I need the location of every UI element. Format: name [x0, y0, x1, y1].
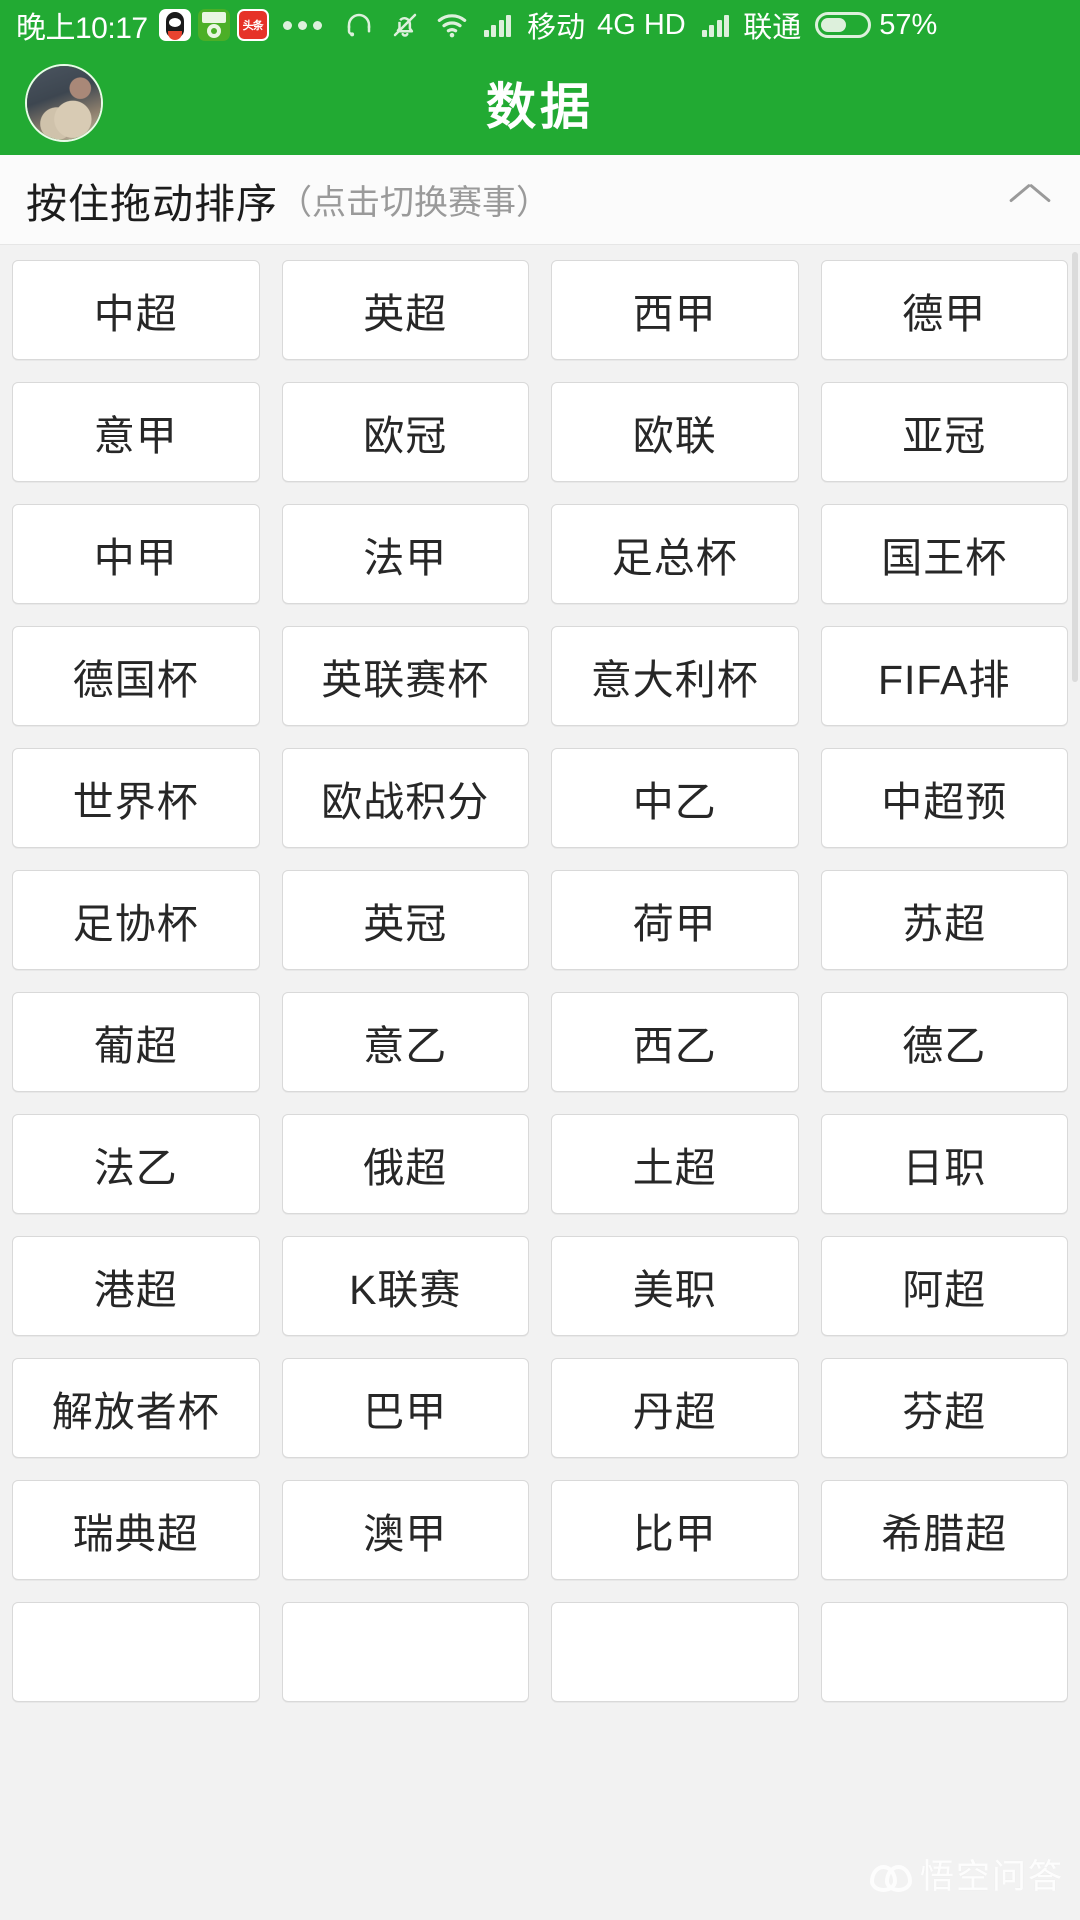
league-tile[interactable]: 葡超	[12, 992, 260, 1092]
league-tile[interactable]: 港超	[12, 1236, 260, 1336]
sort-bar-main-label: 按住拖动排序	[26, 180, 278, 227]
league-tile[interactable]: 国王杯	[820, 504, 1068, 604]
status-bar: 晚上10:17 头条 移动 4G HD 联通 57%	[0, 0, 1080, 50]
league-tile[interactable]: 瑞典超	[12, 1480, 260, 1580]
league-tile[interactable]	[281, 1602, 529, 1702]
status-time: 晚上10:17	[16, 12, 148, 45]
league-tile[interactable]: 欧冠	[281, 382, 529, 482]
league-tile[interactable]: 巴甲	[281, 1358, 529, 1458]
league-tile[interactable]: 美职	[551, 1236, 799, 1336]
app-root: 晚上10:17 头条 移动 4G HD 联通 57% 数据 按住拖动排序 （点击…	[0, 0, 1080, 1920]
status-app-icons	[158, 9, 269, 41]
league-tile[interactable]: 丹超	[551, 1358, 799, 1458]
league-tile[interactable]: 德国杯	[12, 626, 260, 726]
league-tile[interactable]: 希腊超	[820, 1480, 1068, 1580]
wifi-icon	[437, 14, 466, 38]
sort-bar-sub-label: （点击切换赛事）	[278, 184, 550, 222]
qq-icon	[158, 9, 191, 41]
league-tile[interactable]	[12, 1602, 260, 1702]
league-tile[interactable]: 澳甲	[281, 1480, 529, 1580]
network-type-label: 4G HD	[597, 8, 686, 41]
league-tile[interactable]: 日职	[820, 1114, 1068, 1214]
league-tile[interactable]: 足总杯	[551, 504, 799, 604]
league-tile[interactable]	[820, 1602, 1068, 1702]
league-tile[interactable]: 中甲	[12, 504, 260, 604]
league-tile[interactable]: 芬超	[820, 1358, 1068, 1458]
league-tile[interactable]: 中乙	[551, 748, 799, 848]
league-tile[interactable]: 欧战积分	[281, 748, 529, 848]
green-app-icon	[197, 9, 230, 41]
avatar[interactable]	[25, 63, 103, 142]
league-tile[interactable]: 英超	[281, 260, 529, 360]
league-tile[interactable]: 意甲	[12, 382, 260, 482]
league-tile[interactable]: 法甲	[281, 504, 529, 604]
league-tile[interactable]: 西甲	[551, 260, 799, 360]
chevron-up-icon[interactable]	[1010, 180, 1050, 220]
league-tile[interactable]: 德乙	[820, 992, 1068, 1092]
league-tile[interactable]: 法乙	[12, 1114, 260, 1214]
more-apps-dots-icon	[282, 20, 322, 30]
league-tile[interactable]: 土超	[551, 1114, 799, 1214]
page-title: 数据	[486, 78, 594, 135]
signal-bars-icon	[483, 13, 512, 37]
league-tile[interactable]: FIFA排	[820, 626, 1068, 726]
battery-percent-label: 57%	[879, 8, 938, 41]
league-tile[interactable]: 足协杯	[12, 870, 260, 970]
league-tile[interactable]: 英冠	[281, 870, 529, 970]
status-system-icons	[344, 10, 512, 40]
battery-icon	[815, 12, 872, 38]
league-tile[interactable]: 欧联	[551, 382, 799, 482]
league-tile[interactable]: 英联赛杯	[281, 626, 529, 726]
league-grid-container: 中超 英超 西甲 德甲意甲 欧冠 欧联 亚冠中甲 法甲 足总杯 国王杯德国杯 英联赛杯 意大利杯 FIF…	[0, 246, 1080, 1920]
league-tile[interactable]: 中超预	[820, 748, 1068, 848]
headset-icon	[347, 13, 370, 37]
league-tile[interactable]: 中超	[12, 260, 260, 360]
league-tile[interactable]: 荷甲	[551, 870, 799, 970]
league-tile[interactable]: 阿超	[820, 1236, 1068, 1336]
toutiao-icon	[236, 9, 269, 41]
app-header: 数据	[0, 50, 1080, 155]
league-grid: 中超 英超 西甲 德甲意甲 欧冠 欧联 亚冠中甲 法甲 足总杯 国王杯德国杯 英联赛杯 意大利杯 FIF…	[12, 260, 1068, 1702]
league-tile[interactable]	[551, 1602, 799, 1702]
league-tile[interactable]: 意乙	[281, 992, 529, 1092]
league-tile[interactable]: 比甲	[551, 1480, 799, 1580]
league-tile[interactable]: 解放者杯	[12, 1358, 260, 1458]
league-tile[interactable]: 德甲	[820, 260, 1068, 360]
league-tile[interactable]: 世界杯	[12, 748, 260, 848]
league-tile[interactable]: K联赛	[281, 1236, 529, 1336]
league-tile[interactable]: 西乙	[551, 992, 799, 1092]
signal-bars-icon-2	[701, 13, 730, 37]
league-tile[interactable]: 苏超	[820, 870, 1068, 970]
carrier-label-2: 联通	[743, 12, 802, 44]
carrier-label-1: 移动	[527, 12, 586, 44]
league-tile[interactable]: 俄超	[281, 1114, 529, 1214]
vertical-scrollbar[interactable]	[1072, 252, 1078, 682]
league-tile[interactable]: 意大利杯	[551, 626, 799, 726]
sort-bar[interactable]: 按住拖动排序 （点击切换赛事）	[0, 155, 1080, 245]
league-tile[interactable]: 亚冠	[820, 382, 1068, 482]
bell-muted-icon	[393, 13, 416, 37]
